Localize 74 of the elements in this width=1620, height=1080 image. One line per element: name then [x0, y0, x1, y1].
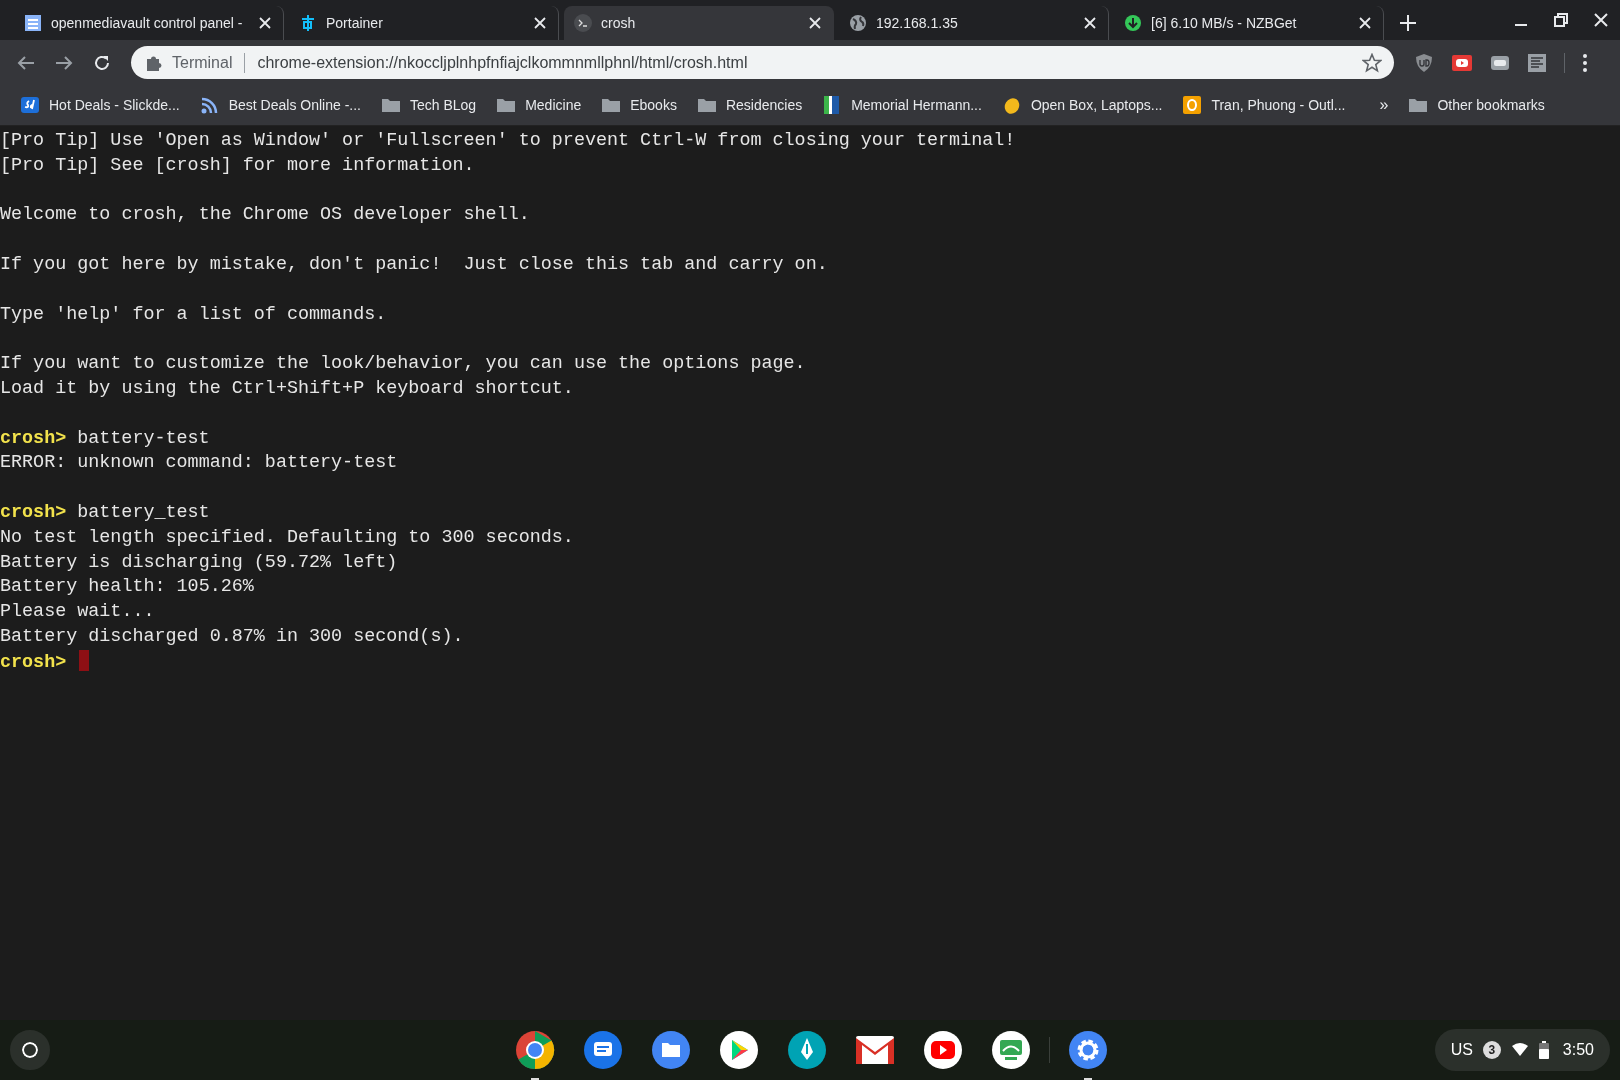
output-line: Battery is discharging (59.72% left)	[0, 551, 398, 573]
bookmark[interactable]: Tran, Phuong - Outl...	[1178, 95, 1350, 115]
pen-nib-icon[interactable]	[787, 1030, 827, 1070]
restore-icon[interactable]	[1554, 13, 1568, 27]
bookmark[interactable]: Best Deals Online -...	[195, 95, 365, 115]
output-line: [Pro Tip] See [crosh] for more information.	[0, 154, 475, 176]
document-icon[interactable]	[1527, 52, 1547, 73]
reload-icon[interactable]	[93, 53, 111, 72]
shell-prompt: crosh>	[0, 501, 67, 523]
bookmark[interactable]: Residencies	[692, 95, 807, 115]
close-icon[interactable]	[809, 17, 821, 29]
forward-arrow-icon[interactable]	[55, 54, 73, 71]
launcher-button[interactable]	[10, 1030, 50, 1070]
browser-tab[interactable]: crosh	[564, 6, 834, 40]
tab-title: crosh	[601, 15, 637, 31]
bookmarks-overflow-button[interactable]: »	[1375, 96, 1393, 114]
output-line: [Pro Tip] Use 'Open as Window' or 'Fullscreen' to prevent Ctrl-W from closing your terminal!	[0, 130, 1016, 151]
plus-icon[interactable]	[1399, 14, 1417, 32]
address-bar[interactable]: Terminal chrome-extension://nkoccljplnhpfnfiajclkommnmllphnl/html/crosh.html	[131, 46, 1394, 79]
more-menu-icon[interactable]	[1582, 52, 1588, 73]
rss-feed-icon	[199, 95, 220, 115]
shell-prompt: crosh>	[0, 427, 67, 449]
globe-icon	[849, 14, 867, 32]
bookmark[interactable]: Tech BLog	[377, 95, 481, 115]
shell-prompt: crosh>	[0, 651, 67, 673]
url-text: chrome-extension://nkoccljplnhpfnfiajclkommnmllphnl/html/crosh.html	[257, 53, 749, 72]
keyboard-layout: US	[1450, 1041, 1473, 1059]
play-button-icon[interactable]	[923, 1030, 963, 1070]
play-button-icon[interactable]	[1451, 52, 1473, 73]
bookmark[interactable]: Medicine	[492, 95, 586, 115]
bookmark[interactable]: Memorial Hermann...	[818, 95, 986, 115]
star-icon[interactable]	[1362, 52, 1382, 73]
battery-icon	[1538, 1041, 1549, 1059]
chrome-logo-icon[interactable]	[515, 1030, 555, 1070]
command-text: battery_test	[77, 501, 210, 523]
close-icon[interactable]	[259, 17, 271, 29]
close-icon[interactable]	[1594, 13, 1608, 27]
shield-icon[interactable]	[1414, 52, 1434, 73]
close-icon[interactable]	[1359, 17, 1371, 29]
close-icon[interactable]	[534, 17, 546, 29]
tab-title: [6] 6.10 MB/s - NZBGet	[1151, 15, 1298, 31]
folder-icon[interactable]	[651, 1030, 691, 1070]
tab-title: openmediavault control panel -	[51, 15, 244, 31]
download-icon	[1124, 14, 1142, 32]
output-line: Load it by using the Ctrl+Shift+P keyboard shortcut.	[0, 377, 574, 399]
site-label: Terminal	[172, 53, 233, 72]
command-text: battery-test	[77, 427, 210, 449]
bookmark[interactable]: Hot Deals - Slickde...	[16, 95, 184, 115]
output-line: Battery discharged 0.87% in 300 second(s).	[0, 625, 464, 647]
close-icon[interactable]	[1084, 17, 1096, 29]
output-line: Type 'help' for a list of commands.	[0, 303, 387, 325]
list-icon	[24, 14, 42, 32]
terminal-icon	[574, 14, 592, 32]
status-area[interactable]: US 3 3:50	[1434, 1029, 1610, 1071]
chat-bubble-icon[interactable]	[583, 1030, 623, 1070]
tab-title: Portainer	[326, 15, 384, 31]
output-line: ERROR: unknown command: battery-test	[0, 452, 398, 474]
output-line: Battery health: 105.26%	[0, 576, 254, 598]
settings-gear-icon[interactable]	[1068, 1030, 1108, 1070]
bookmark[interactable]: Ebooks	[597, 95, 681, 115]
bookmark[interactable]: Open Box, Laptops...	[997, 95, 1167, 115]
output-line: If you got here by mistake, don't panic! Just close this tab and carry on.	[0, 254, 828, 275]
tab-title: 192.168.1.35	[876, 15, 959, 31]
back-arrow-icon[interactable]	[17, 54, 35, 71]
notification-count: 3	[1482, 1041, 1501, 1059]
output-line: No test length specified. Defaulting to 300 seconds.	[0, 526, 574, 548]
sd-logo-icon	[20, 95, 40, 115]
bookmark-folder[interactable]: Other bookmarks	[1404, 95, 1549, 115]
output-line: Please wait...	[0, 601, 155, 623]
wifi-icon	[1510, 1043, 1529, 1057]
clock-time: 3:50	[1562, 1041, 1594, 1059]
output-line: Welcome to crosh, the Chrome OS developer shell.	[0, 204, 530, 226]
output-line: If you want to customize the look/behavior, you can use the options page.	[0, 353, 806, 375]
monitor-icon[interactable]	[991, 1030, 1031, 1070]
